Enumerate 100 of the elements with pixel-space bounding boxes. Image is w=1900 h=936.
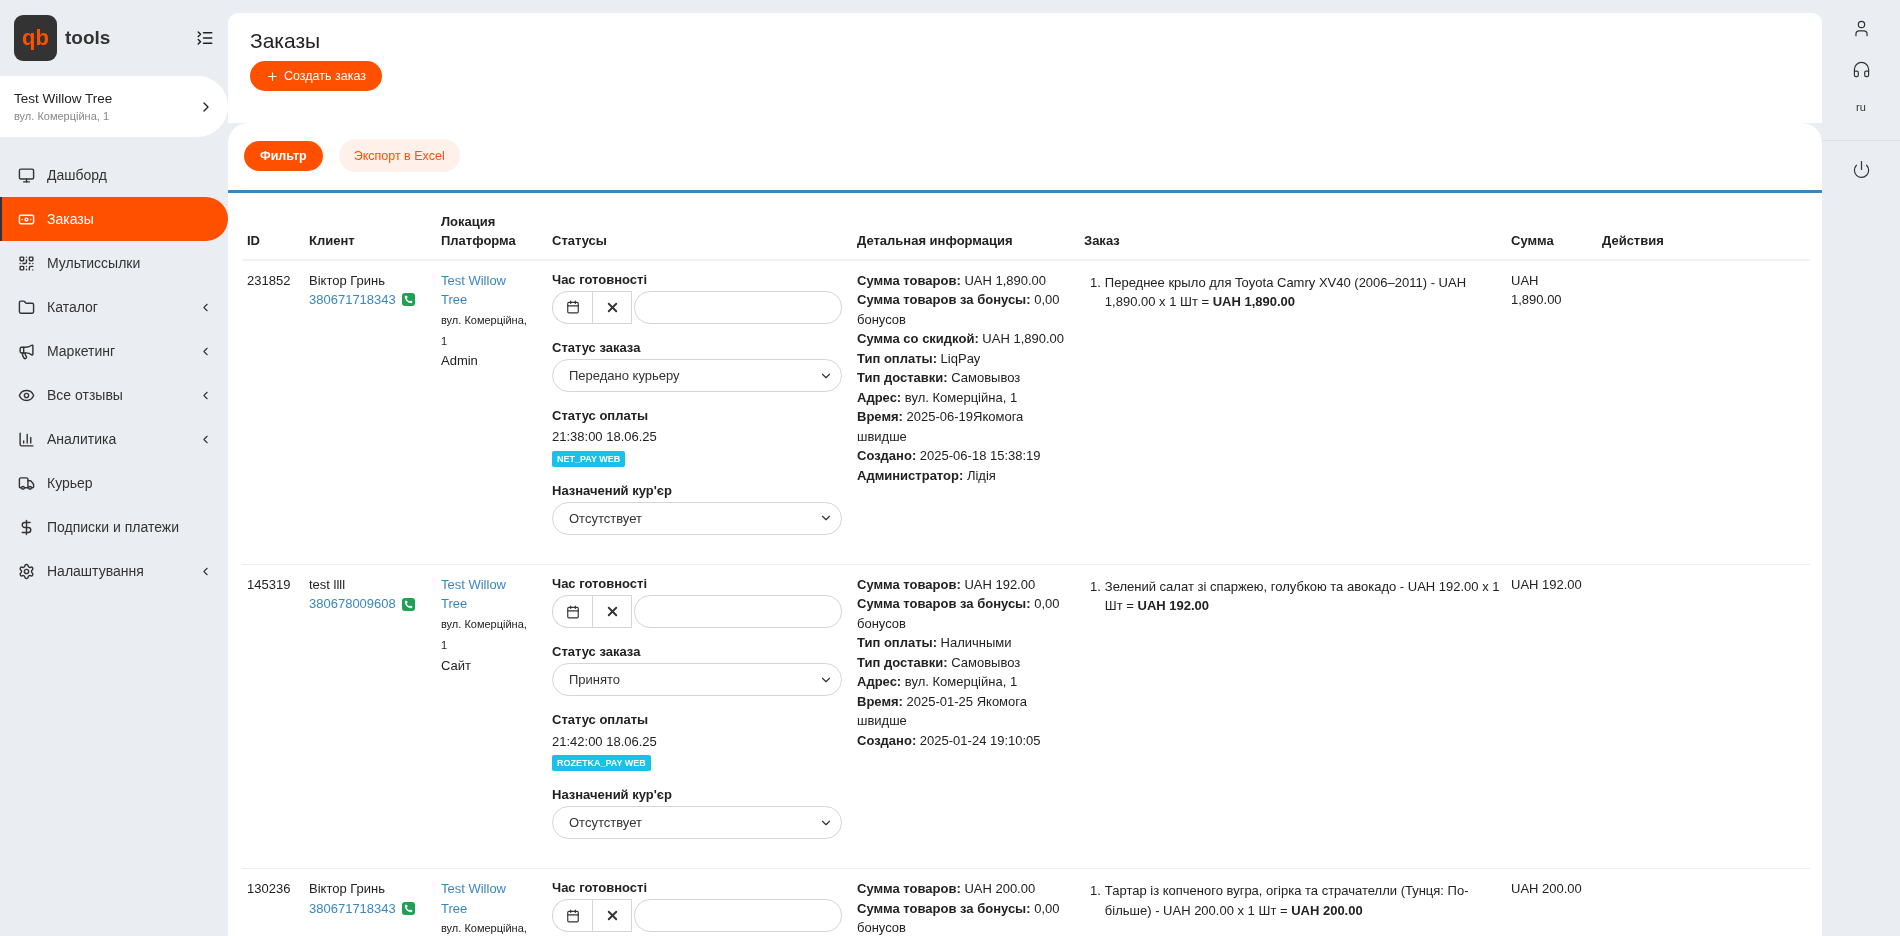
page-title: Заказы — [250, 29, 321, 53]
column-header: Локация Платформа — [440, 213, 517, 250]
detail-line: Сумма товаров: UAH 1,890.00 — [857, 271, 1047, 290]
order-sum: UAH 200.00 — [1511, 880, 1582, 899]
column-header: Статусы — [551, 231, 608, 250]
field-label: Назначений кур'єр — [552, 786, 672, 804]
item-number: 1. — [1090, 577, 1101, 596]
field-label: Статус заказа — [552, 643, 641, 662]
store-card[interactable]: Test Willow Tree вул. Комерційна, 1 — [0, 76, 228, 137]
client-name: Віктор Гринь — [309, 271, 386, 290]
calendar-icon — [565, 908, 580, 923]
field-label: Статус оплаты — [552, 407, 649, 426]
clear-button[interactable] — [592, 290, 632, 324]
location-address: вул. Комерційна, 1 — [441, 312, 528, 349]
calendar-icon — [565, 300, 580, 315]
time-input-field[interactable] — [634, 595, 842, 629]
location-link[interactable]: Test Willow Tree — [441, 879, 533, 919]
field-label: Час готовності — [552, 270, 648, 289]
column-header: Сумма — [1510, 231, 1555, 250]
detail-line: Тип оплаты: LiqPay — [857, 349, 981, 368]
detail-line: Тип доставки: Самовывоз — [857, 369, 1021, 388]
payment-badge: NET_PAY WEB — [552, 450, 626, 467]
detail-line: Сумма товаров за бонусы: 0,00 бонусов — [857, 899, 1061, 936]
logout-button[interactable] — [1851, 160, 1871, 179]
store-address: вул. Комерційна, 1 — [14, 110, 111, 122]
order-sum: UAH 1,890.00 — [1511, 271, 1563, 310]
field-label: Статус заказа — [552, 338, 641, 357]
phone-icon — [401, 293, 415, 307]
menu-item[interactable]: Каталог — [0, 285, 228, 329]
calendar-button[interactable] — [552, 290, 592, 324]
field-label: Статус оплаты — [552, 711, 649, 730]
support-button[interactable] — [1851, 60, 1871, 79]
order-id: 145319 — [247, 575, 291, 594]
column-header: Клиент — [308, 231, 356, 250]
detail-line: Сумма товаров: UAH 192.00 — [857, 575, 1036, 594]
headphones-icon — [1851, 60, 1871, 79]
time-input-field[interactable] — [634, 899, 842, 933]
phone-link[interactable]: 380671718343 — [309, 290, 396, 310]
menu-item[interactable]: Курьер — [0, 461, 228, 505]
order-id: 130236 — [247, 880, 291, 899]
payment-time: 21:42:00 18.06.25 — [552, 732, 657, 751]
order-item: Зелений салат зі спаржею, голубкою та авокадо - UAH 192.00 x 1 Шт = UAH 192.00 — [1104, 577, 1501, 616]
menu-item[interactable]: Налаштування — [0, 549, 228, 593]
clear-button[interactable] — [592, 899, 632, 933]
brand-name: tools — [65, 27, 112, 49]
column-header: Заказ — [1083, 231, 1121, 250]
phone-icon — [401, 901, 415, 915]
detail-line: Тип оплаты: Наличными — [857, 634, 1012, 653]
menu-item[interactable]: Аналитика — [0, 417, 228, 461]
menu-item[interactable]: Маркетинг — [0, 329, 228, 373]
location-address: вул. Комерційна, — [441, 921, 527, 936]
payment-time: 21:38:00 18.06.25 — [552, 428, 657, 447]
menu-item[interactable]: Все отзывы — [0, 373, 228, 417]
phone-icon — [401, 597, 415, 611]
order-item: Тартар із копченого вугра, огірка та страчателли (Тунця: По-більше) - UAH 200.00 x 1 Шт = UAH 200.00 — [1104, 882, 1470, 920]
detail-line: Время: 2025-06-19Якомога швидше — [857, 408, 1025, 446]
column-header: Детальная информация — [856, 231, 1014, 250]
truck-icon — [18, 474, 35, 492]
phone-link[interactable]: 380671718343 — [309, 898, 396, 919]
power-icon — [1851, 160, 1871, 179]
plus-icon — [266, 69, 279, 83]
clear-button[interactable] — [592, 595, 632, 629]
location-link[interactable]: Test Willow Tree — [441, 574, 533, 614]
field-label: Час готовності — [552, 574, 648, 593]
time-input-field[interactable] — [634, 290, 842, 324]
detail-line: Время: 2025-01-25 Якомога швидше — [857, 692, 1028, 731]
settings-icon — [18, 562, 35, 580]
menu-item[interactable]: Дашборд — [0, 153, 228, 197]
client-name: Віктор Гринь — [309, 880, 386, 899]
calendar-button[interactable] — [552, 899, 592, 933]
platform: Сайт — [441, 656, 471, 675]
menu-item[interactable]: Подписки и платежи — [0, 505, 228, 549]
logo: qb — [14, 15, 57, 61]
order-sum: UAH 192.00 — [1511, 575, 1582, 594]
order-id: 231852 — [247, 271, 291, 290]
column-header: Действия — [1601, 231, 1665, 250]
detail-line: Адрес: вул. Комерційна, 1 — [857, 673, 1018, 692]
language-button[interactable]: ru — [1856, 101, 1866, 113]
detail-line: Тип доставки: Самовывоз — [857, 653, 1021, 672]
detail-line: Сумма товаров за бонусы: 0,00 бонусов — [857, 291, 1061, 329]
detail-line: Адрес: вул. Комерційна, 1 — [857, 388, 1018, 407]
column-header: ID — [246, 231, 261, 250]
detail-line: Сумма со скидкой: UAH 1,890.00 — [857, 330, 1064, 349]
phone-link[interactable]: 380678009608 — [309, 594, 396, 614]
detail-line: Сумма товаров за бонусы: 0,00 бонусов — [857, 595, 1061, 633]
calendar-button[interactable] — [552, 595, 592, 629]
order-item: Переднее крыло для Toyota Camry XV40 (2006–2011) - UAH 1,890.00 x 1 Шт = UAH 1,890.00 — [1104, 273, 1468, 312]
detail-line: Создано: 2025-06-18 15:38:19 — [857, 447, 1041, 466]
megaphone-icon — [18, 342, 35, 360]
menu-item[interactable]: Мультиссылки — [0, 241, 228, 285]
menu-icon — [196, 29, 214, 47]
calendar-icon — [565, 604, 580, 619]
monitor-icon — [18, 166, 35, 184]
platform: Admin — [441, 352, 478, 371]
location-link[interactable]: Test Willow Tree — [441, 270, 533, 310]
collapse-menu-button[interactable] — [196, 29, 214, 47]
detail-line: Администратор: Лідія — [857, 466, 996, 485]
field-label: Назначений кур'єр — [552, 481, 672, 500]
location-address: вул. Комерційна, 1 — [441, 616, 528, 653]
qr-code-icon — [18, 254, 35, 272]
